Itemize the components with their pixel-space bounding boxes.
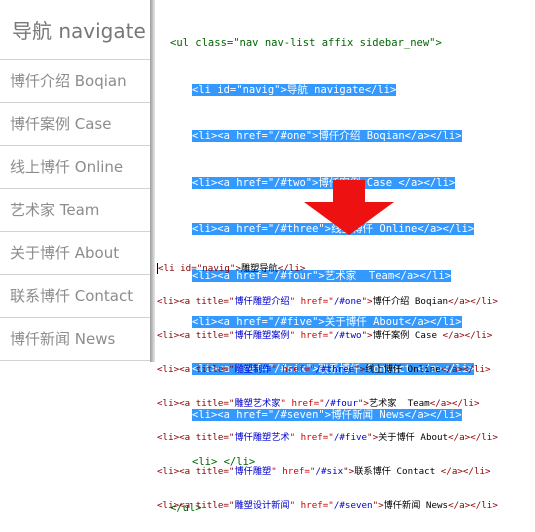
sidebar-divider bbox=[150, 0, 155, 362]
code-line: <li id="navig">雕塑导航</li> bbox=[157, 262, 306, 274]
code-line: <li><a title="雕塑艺术家" href="/#four">艺术家 T… bbox=[157, 398, 480, 410]
down-arrow-icon bbox=[304, 180, 394, 235]
sidebar-item-online[interactable]: 线上博仟 Online bbox=[0, 145, 150, 188]
sidebar-item-news[interactable]: 博仟新闻 News bbox=[0, 317, 150, 361]
code-line: <li><a title="博仟雕塑艺术" href="/#five">关于博仟… bbox=[157, 432, 498, 444]
sidebar-item-team[interactable]: 艺术家 Team bbox=[0, 188, 150, 231]
code-line-ul-open: <ul class="nav nav-list affix sidebar_ne… bbox=[170, 37, 442, 49]
code-line: <li><a title="博仟雕塑介绍" href="/#one">博仟介绍 … bbox=[157, 296, 498, 308]
code-line: <li><a title="雕塑制作" href="/#three">线上博仟 … bbox=[157, 364, 491, 376]
sidebar-item-boqian[interactable]: 博仟介绍 Boqian bbox=[0, 59, 150, 102]
code-line: <li><a title="博仟雕塑案例" href="/#two">博仟案例 … bbox=[157, 330, 493, 342]
code-editor-bottom[interactable]: <li id="navig">雕塑导航</li> <li><a title="博… bbox=[157, 240, 498, 522]
code-line-selected: <li><a href="/#one">博仟介绍 Boqian</a></li> bbox=[192, 130, 462, 142]
code-line: <li><a title="雕塑设计新闻" href="/#seven">博仟新… bbox=[157, 499, 498, 511]
code-line-selected: <li id="navig">导航 navigate</li> bbox=[192, 83, 397, 96]
sidebar-nav: 导航 navigate 博仟介绍 Boqian 博仟案例 Case 线上博仟 O… bbox=[0, 0, 150, 362]
sidebar-item-about[interactable]: 关于博仟 About bbox=[0, 231, 150, 274]
sidebar-item-case[interactable]: 博仟案例 Case bbox=[0, 102, 150, 145]
code-line: <li><a title="博仟雕塑" href="/#six">联系博仟 Co… bbox=[157, 465, 491, 477]
sidebar-item-contact[interactable]: 联系博仟 Contact bbox=[0, 274, 150, 317]
nav-list: 博仟介绍 Boqian 博仟案例 Case 线上博仟 Online 艺术家 Te… bbox=[0, 59, 150, 361]
sidebar-title: 导航 navigate bbox=[12, 19, 146, 43]
